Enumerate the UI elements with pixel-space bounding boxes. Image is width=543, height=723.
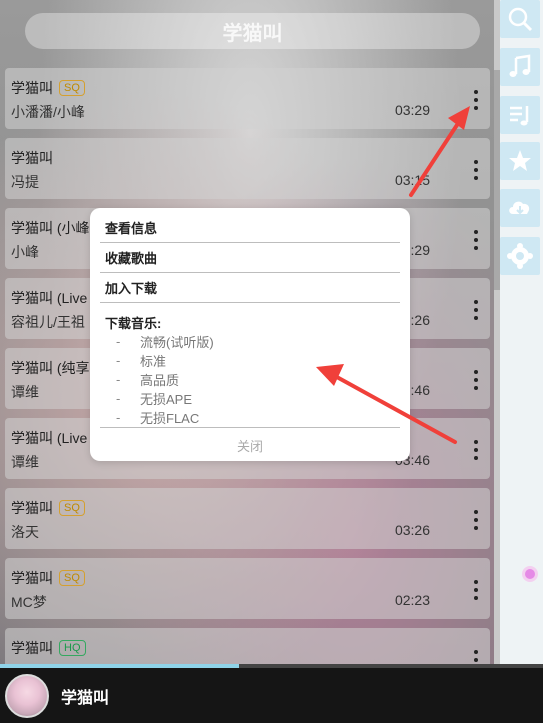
search-input[interactable]: 学猫叫 bbox=[25, 13, 480, 49]
song-duration: 02:23 bbox=[394, 592, 430, 608]
song-artist: 谭维 bbox=[11, 454, 39, 470]
list-dash: - bbox=[116, 334, 121, 349]
song-title: 学猫叫 (Live bbox=[11, 290, 88, 306]
download-option-smooth[interactable]: - 流畅(试听版) bbox=[100, 332, 400, 351]
more-menu-icon[interactable] bbox=[472, 580, 480, 600]
song-artist: MC梦 bbox=[11, 594, 47, 610]
add-to-download-option[interactable]: 加入下载 bbox=[100, 273, 400, 303]
download-music-heading: 下载音乐: bbox=[105, 316, 162, 331]
close-button[interactable]: 关闭 bbox=[100, 427, 400, 455]
song-duration: 03:29 bbox=[394, 102, 430, 118]
download-option-standard[interactable]: - 标准 bbox=[100, 351, 400, 370]
more-menu-icon[interactable] bbox=[472, 160, 480, 180]
song-title: 学猫叫 (小峰 bbox=[11, 220, 90, 236]
player-bar: 学猫叫 bbox=[0, 668, 543, 723]
list-dash: - bbox=[116, 410, 121, 425]
song-row[interactable]: 学猫叫 SQ MC梦 02:23 bbox=[5, 558, 490, 619]
quality-badge: SQ bbox=[59, 500, 85, 516]
song-artist: 小潘潘/小峰 bbox=[11, 104, 85, 120]
song-title: 学猫叫 bbox=[11, 570, 53, 586]
download-option-label: 标准 bbox=[140, 354, 167, 369]
view-info-option[interactable]: 查看信息 bbox=[100, 213, 400, 243]
star-icon[interactable] bbox=[500, 142, 540, 180]
search-text: 学猫叫 bbox=[222, 22, 283, 45]
song-row[interactable]: 学猫叫 冯提 03:15 bbox=[5, 138, 490, 199]
search-icon[interactable] bbox=[500, 0, 540, 38]
settings-icon[interactable] bbox=[500, 237, 540, 275]
cloud-download-icon[interactable] bbox=[500, 189, 540, 227]
song-row[interactable]: 学猫叫 SQ 小潘潘/小峰 03:29 bbox=[5, 68, 490, 129]
quality-badge: SQ bbox=[59, 80, 85, 96]
song-artist: 谭维 bbox=[11, 384, 39, 400]
quality-badge: HQ bbox=[59, 640, 86, 656]
list-dash: - bbox=[116, 353, 121, 368]
more-menu-icon[interactable] bbox=[472, 440, 480, 460]
download-option-label: 无损FLAC bbox=[140, 411, 200, 426]
download-option-label: 无损APE bbox=[140, 392, 193, 407]
favorite-song-option[interactable]: 收藏歌曲 bbox=[100, 243, 400, 273]
song-duration: 03:15 bbox=[394, 172, 430, 188]
song-artist: 冯提 bbox=[11, 174, 39, 190]
song-artist: 洛天 bbox=[11, 524, 39, 540]
song-title: 学猫叫 bbox=[11, 80, 53, 96]
list-dash: - bbox=[116, 391, 121, 406]
download-option-high[interactable]: - 高品质 bbox=[100, 370, 400, 389]
list-dash: - bbox=[116, 372, 121, 387]
quality-badge: SQ bbox=[59, 570, 85, 586]
more-menu-icon[interactable] bbox=[472, 510, 480, 530]
song-duration: 03:26 bbox=[394, 522, 430, 538]
download-option-label: 高品质 bbox=[140, 373, 180, 388]
download-option-flac[interactable]: - 无损FLAC bbox=[100, 408, 400, 427]
song-title: 学猫叫 bbox=[11, 640, 53, 656]
download-option-ape[interactable]: - 无损APE bbox=[100, 389, 400, 408]
more-menu-icon[interactable] bbox=[472, 300, 480, 320]
floating-dot[interactable] bbox=[522, 566, 538, 582]
album-cover[interactable] bbox=[5, 673, 49, 718]
more-menu-icon[interactable] bbox=[472, 230, 480, 250]
song-title: 学猫叫 (Live bbox=[11, 430, 88, 446]
song-artist: 小峰 bbox=[11, 244, 39, 260]
now-playing-title: 学猫叫 bbox=[61, 689, 110, 707]
more-menu-icon[interactable] bbox=[472, 370, 480, 390]
song-title: 学猫叫 (纯享 bbox=[11, 360, 90, 376]
more-menu-icon[interactable] bbox=[472, 90, 480, 110]
song-action-popup: 查看信息 收藏歌曲 加入下载 下载音乐: - 流畅(试听版) - 标准 - 高品质 -… bbox=[90, 208, 410, 461]
song-title: 学猫叫 bbox=[11, 500, 53, 516]
side-rail bbox=[500, 0, 543, 668]
song-row[interactable]: 学猫叫 SQ 洛天 03:26 bbox=[5, 488, 490, 549]
playlist-icon[interactable] bbox=[500, 96, 540, 134]
download-option-label: 流畅(试听版) bbox=[140, 335, 214, 350]
song-title: 学猫叫 bbox=[11, 150, 53, 166]
music-note-icon[interactable] bbox=[500, 48, 540, 86]
song-artist: 容祖儿/王祖 bbox=[11, 314, 85, 330]
